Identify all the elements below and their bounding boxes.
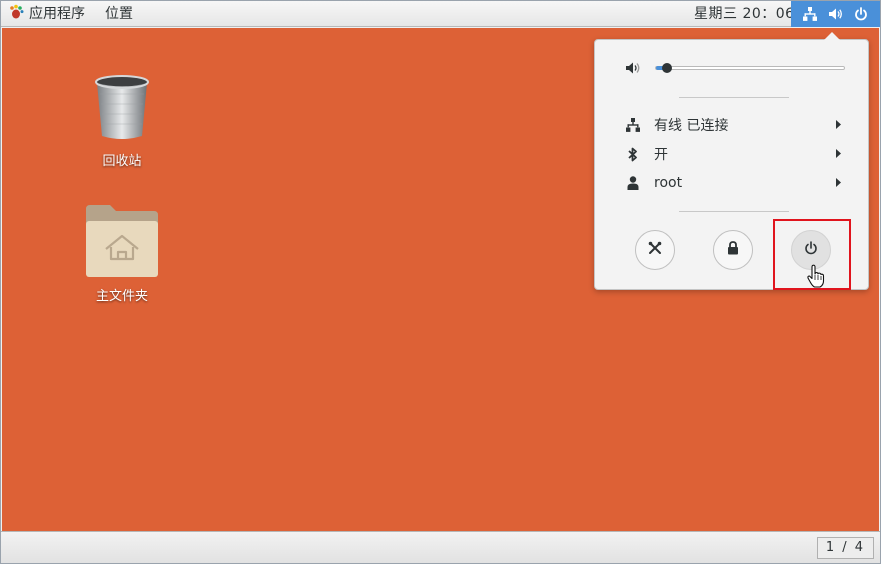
volume-slider[interactable] xyxy=(655,63,845,73)
lock-icon xyxy=(727,241,739,259)
popover-arrow xyxy=(824,32,840,40)
user-label: root xyxy=(654,175,683,191)
power-icon xyxy=(854,7,868,21)
applications-menu[interactable]: 应用程序 xyxy=(8,1,85,27)
bottom-bar: 1 / 4 xyxy=(1,531,880,563)
trash-label: 回收站 xyxy=(102,154,142,169)
volume-icon xyxy=(828,7,843,21)
volume-slider-handle[interactable] xyxy=(662,63,673,73)
trash-icon xyxy=(92,75,152,146)
network-icon xyxy=(623,118,643,132)
chevron-right-icon xyxy=(835,146,845,162)
separator xyxy=(679,211,789,212)
chevron-right-icon xyxy=(835,117,845,133)
applications-menu-label: 应用程序 xyxy=(29,6,85,22)
home-folder-icon xyxy=(84,205,160,281)
user-icon xyxy=(623,176,643,190)
places-menu-label: 位置 xyxy=(105,6,133,22)
network-icon xyxy=(802,7,817,21)
volume-muted-icon xyxy=(625,61,641,79)
menu-item-wired-network[interactable]: 有线 已连接 xyxy=(623,114,845,136)
wired-network-label: 有线 已连接 xyxy=(654,118,729,134)
places-menu[interactable]: 位置 xyxy=(105,1,133,27)
bluetooth-icon xyxy=(623,147,643,162)
menu-item-user[interactable]: root xyxy=(623,172,845,194)
home-folder-desktop-icon[interactable]: 主文件夹 xyxy=(67,203,177,304)
trash-desktop-icon[interactable]: 回收站 xyxy=(67,74,177,169)
chevron-right-icon xyxy=(835,175,845,191)
top-bar: 应用程序 位置 星期三 20：06 xyxy=(1,1,880,27)
workspace-indicator[interactable]: 1 / 4 xyxy=(816,537,874,559)
separator xyxy=(679,97,789,98)
volume-row xyxy=(625,60,850,76)
menu-item-bluetooth[interactable]: 开 xyxy=(623,143,845,165)
settings-icon xyxy=(647,240,663,260)
hand-cursor-icon xyxy=(807,264,825,292)
gnome-foot-icon xyxy=(8,4,24,24)
settings-button[interactable] xyxy=(635,230,675,270)
system-tray[interactable] xyxy=(791,1,880,27)
bluetooth-label: 开 xyxy=(654,147,668,163)
clock[interactable]: 星期三 20：06 xyxy=(694,1,795,27)
lock-button[interactable] xyxy=(713,230,753,270)
home-folder-label: 主文件夹 xyxy=(95,289,148,304)
